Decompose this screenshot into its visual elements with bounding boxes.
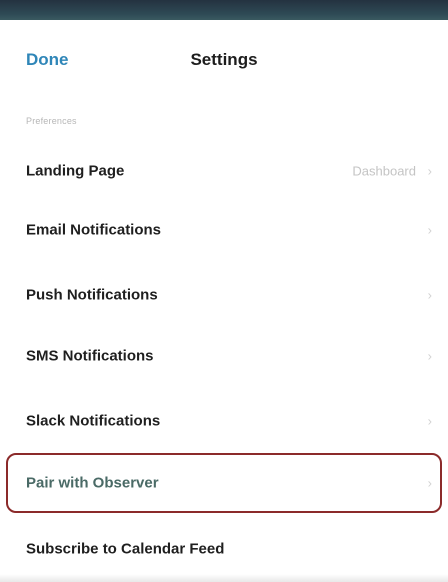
row-label: Slack Notifications	[26, 412, 161, 430]
chevron-right-icon: ›	[427, 413, 432, 429]
row-label: Push Notifications	[26, 286, 158, 304]
chevron-right-icon: ›	[427, 287, 432, 303]
row-value-landing-page: Dashboard	[352, 163, 416, 179]
row-slack-notifications[interactable]: Slack Notifications ›	[0, 390, 448, 452]
row-email-notifications[interactable]: Email Notifications ›	[0, 199, 448, 261]
row-label: SMS Notifications	[26, 347, 154, 365]
section-header-preferences: Preferences	[26, 116, 77, 126]
row-label: Landing Page	[26, 162, 125, 180]
row-landing-page[interactable]: Landing Page Dashboard ›	[0, 140, 448, 202]
status-bar	[0, 0, 448, 20]
row-pair-with-observer[interactable]: Pair with Observer ›	[0, 452, 448, 514]
row-label: Email Notifications	[26, 221, 162, 239]
row-push-notifications[interactable]: Push Notifications ›	[0, 264, 448, 326]
bottom-edge	[0, 574, 448, 582]
chevron-right-icon: ›	[427, 475, 432, 491]
navigation-bar: Done Settings	[0, 20, 448, 100]
row-label: Pair with Observer	[26, 474, 159, 492]
chevron-right-icon: ›	[427, 222, 432, 238]
chevron-right-icon: ›	[427, 348, 432, 364]
page-title: Settings	[190, 50, 258, 69]
chevron-right-icon: ›	[427, 163, 432, 179]
row-label: Subscribe to Calendar Feed	[26, 540, 225, 558]
row-subscribe-calendar-feed[interactable]: Subscribe to Calendar Feed	[0, 518, 448, 580]
row-sms-notifications[interactable]: SMS Notifications ›	[0, 325, 448, 387]
settings-screen: Done Settings Preferences Landing Page D…	[0, 0, 448, 582]
